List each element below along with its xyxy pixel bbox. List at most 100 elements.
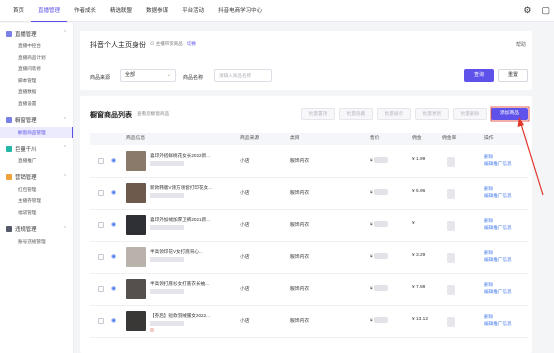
bulk-action-button[interactable]: 批量展示 [377, 108, 411, 120]
topnav-item[interactable]: 首页 [6, 0, 31, 22]
eye-icon[interactable]: ◉ [111, 157, 116, 164]
topnav-item[interactable]: 作者成长 [67, 0, 103, 22]
sidebar-item[interactable]: 橱窗商品管理 [0, 126, 73, 139]
edit-promotion-link[interactable]: 编辑推广信息 [484, 257, 512, 263]
col-category: 类目 [290, 136, 300, 141]
blurred-value [447, 221, 455, 231]
blurred-value [447, 317, 455, 327]
product-id-blurred [150, 321, 184, 326]
product-rate [446, 221, 455, 231]
delete-link[interactable]: 删除 [484, 282, 493, 288]
sidebar-item[interactable]: 直播中控台 [0, 40, 73, 52]
chevron-up-icon: ⌃ [62, 225, 67, 232]
eye-icon[interactable]: ◉ [111, 189, 116, 196]
product-thumbnail [126, 279, 146, 299]
bulk-action-button[interactable]: 批量隐藏 [339, 108, 373, 120]
product-name[interactable]: 新款韩版V领方领套打印花女... [150, 185, 228, 191]
topnav-item[interactable]: 直播管理 [31, 0, 68, 22]
add-product-button[interactable]: 添加商品 [491, 108, 528, 120]
bulk-action-button[interactable]: 批量更新 [415, 108, 449, 120]
sidebar-group[interactable]: 巨量千川 ⌃ [0, 142, 73, 155]
topnav-item[interactable]: 抖音电商学习中心 [211, 0, 269, 22]
sidebar-item[interactable]: 脚本管理 [0, 75, 73, 87]
reset-button[interactable]: 重置 [498, 69, 528, 82]
product-name[interactable]: 【券后】短款羽绒服女2022... [150, 313, 228, 319]
product-commission: ¥ 7.98 [412, 285, 426, 290]
product-tag-icon [150, 328, 154, 332]
blurred-value [447, 285, 455, 295]
sidebar-item[interactable]: 直播数据 [0, 86, 73, 98]
edit-promotion-link[interactable]: 编辑推广信息 [484, 289, 512, 295]
row-checkbox[interactable] [98, 254, 104, 260]
sidebar-item[interactable]: 直播推广 [0, 155, 73, 167]
product-price: ¥ [370, 189, 388, 195]
product-rate [446, 317, 455, 327]
delete-link[interactable]: 删除 [484, 154, 493, 160]
product-id-blurred [150, 193, 184, 198]
sidebar-item[interactable]: 主播券管理 [0, 195, 73, 207]
eye-icon[interactable]: ◉ [111, 317, 116, 324]
edit-promotion-link[interactable]: 编辑推广信息 [484, 161, 512, 167]
sidebar-item[interactable]: 福袋管理 [0, 207, 73, 219]
bulk-action-button[interactable]: 批量删除 [453, 108, 487, 120]
price-text: ¥ [370, 222, 373, 228]
sidebar-item[interactable]: 红包管理 [0, 184, 73, 196]
product-price: ¥ [370, 253, 388, 259]
row-checkbox[interactable] [98, 158, 104, 164]
sidebar-group-label: 违规管理 [15, 227, 37, 234]
delete-link[interactable]: 删除 [484, 186, 493, 192]
delete-link[interactable]: 删除 [484, 250, 493, 256]
topnav-item[interactable]: 平台活动 [175, 0, 211, 22]
sidebar-group[interactable]: 营销管理 ⌃ [0, 171, 73, 184]
switch-link[interactable]: 切换 [187, 41, 196, 46]
product-name[interactable]: 喜印外加绒加厚卫裤2021新... [150, 217, 228, 223]
table-row: ◉ 新款韩版V领方领套打印花女... 小店 服饰内衣 ¥ ¥ 5.96 删除 编辑推广信息 [90, 178, 528, 210]
product-price: ¥ [370, 157, 388, 163]
name-input[interactable]: 请输入商品名称 [214, 69, 272, 82]
table-row: ◉ 喜印外搭鲜桃花女长2022新... 小店 服饰内衣 ¥ ¥ 1.99 删除 编辑推广信息 [90, 146, 528, 178]
product-source: 小店 [240, 255, 250, 260]
product-name[interactable]: 喜印外搭鲜桃花女长2022新... [150, 153, 228, 159]
row-checkbox[interactable] [98, 318, 104, 324]
source-select-value: 全部 [125, 72, 136, 78]
product-source: 小店 [240, 191, 250, 196]
settings-icon[interactable]: ⚙ [523, 5, 531, 16]
row-checkbox[interactable] [98, 190, 104, 196]
product-commission: ¥ 5.96 [412, 189, 426, 194]
product-name[interactable]: 半高领打底衫女打底衣长袖... [150, 281, 228, 287]
message-icon[interactable]: ▢ [541, 5, 550, 16]
row-checkbox[interactable] [98, 222, 104, 228]
sidebar-group[interactable]: 直播管理 ⌃ [0, 27, 73, 40]
delete-link[interactable]: 删除 [484, 314, 493, 320]
blurred-value [447, 189, 455, 199]
sidebar-item[interactable]: 直播间装修 [0, 63, 73, 75]
blurred-value [373, 285, 388, 291]
product-source: 小店 [240, 287, 250, 292]
sidebar-item[interactable]: 直播商品计划 [0, 52, 73, 64]
table-row: ◉ 半高领打底衫女打底衣长袖... 小店 服饰内衣 ¥ ¥ 7.98 删除 编辑推广信息 [90, 274, 528, 306]
table-row: ◉ 半高领印花V女打底背心... 小店 服饰内衣 ¥ ¥ 3.29 删除 编辑推广信息 [90, 242, 528, 274]
eye-icon[interactable]: ◉ [111, 253, 116, 260]
sidebar-group[interactable]: 橱窗管理 ⌃ [0, 114, 73, 127]
product-rate [446, 253, 455, 263]
edit-promotion-link[interactable]: 编辑推广信息 [484, 193, 512, 199]
product-name[interactable]: 半高领印花V女打底背心... [150, 249, 228, 255]
top-icons: ⚙ ▢ [523, 5, 550, 16]
bulk-action-button[interactable]: 批量置顶 [301, 108, 335, 120]
edit-promotion-link[interactable]: 编辑推广信息 [484, 321, 512, 327]
eye-icon[interactable]: ◉ [111, 221, 116, 228]
eye-icon[interactable]: ◉ [111, 285, 116, 292]
topnav-item[interactable]: 数据参谋 [139, 0, 175, 22]
sidebar-group[interactable]: 违规管理 ⌃ [0, 223, 73, 236]
sidebar-item[interactable]: 直播设置 [0, 98, 73, 110]
sidebar-item[interactable]: 账号违规管理 [0, 236, 73, 248]
price-text: ¥ [370, 158, 373, 164]
help-link[interactable]: 帮助 [516, 41, 526, 48]
col-price: 售价 [370, 136, 380, 141]
delete-link[interactable]: 删除 [484, 218, 493, 224]
topnav-item[interactable]: 精选联盟 [103, 0, 139, 22]
edit-promotion-link[interactable]: 编辑推广信息 [484, 225, 512, 231]
row-checkbox[interactable] [98, 286, 104, 292]
search-button[interactable]: 查询 [464, 69, 494, 82]
source-select[interactable]: 全部 ⌄ [120, 69, 176, 82]
